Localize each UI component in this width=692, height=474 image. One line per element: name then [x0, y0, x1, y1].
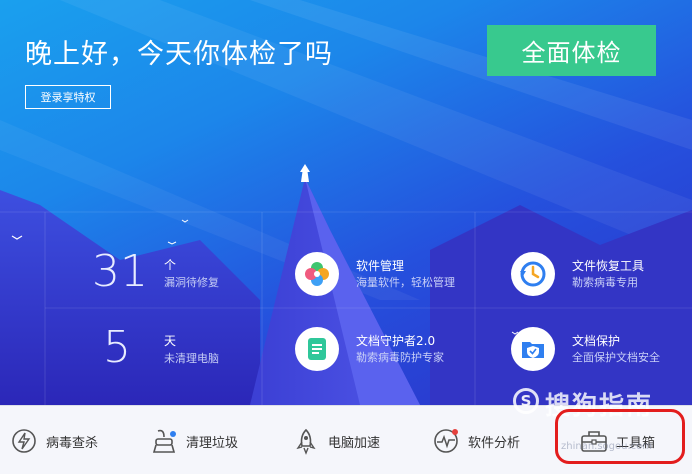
lightning-shield-icon [8, 425, 40, 457]
shield-folder-icon [511, 327, 555, 371]
uncleaned-days-desc: 未清理电脑 [164, 352, 219, 365]
broom-icon [148, 425, 180, 457]
rocket-icon [290, 425, 322, 457]
uncleaned-days-count: 5 [103, 322, 131, 373]
login-privilege-button[interactable]: 登录享特权 [25, 85, 111, 109]
vulnerability-desc: 漏洞待修复 [164, 276, 219, 289]
vulnerability-unit: 个 [164, 258, 177, 272]
bottom-item-virus-scan[interactable]: 病毒查杀 [8, 424, 98, 458]
clover-icon [295, 252, 339, 296]
bottom-item-label: 软件分析 [468, 435, 521, 451]
tool-title: 软件管理 [356, 259, 405, 273]
document-icon [295, 327, 339, 371]
pulse-icon [430, 425, 462, 457]
watermark-url: zhinan.sogou.com [561, 441, 653, 452]
tool-title: 文档保护 [572, 334, 621, 348]
clock-restore-icon [511, 252, 555, 296]
tool-desc: 勒索病毒专用 [572, 276, 638, 289]
tool-title: 文件恢复工具 [572, 259, 645, 273]
stat-uncleaned-days[interactable]: 5 天 未清理电脑 [103, 322, 243, 376]
tool-desc: 勒索病毒防护专家 [356, 351, 444, 364]
tool-document-protection[interactable]: 文档保护 全面保护文档安全 [511, 327, 681, 371]
bottom-item-label: 电脑加速 [328, 435, 381, 451]
full-checkup-button[interactable]: 全面体检 [487, 25, 656, 76]
tool-desc: 全面保护文档安全 [572, 351, 660, 364]
tool-document-guardian[interactable]: 文档守护者2.0 勒索病毒防护专家 [295, 327, 465, 371]
hero-banner: 晚上好，今天你体检了吗 登录享特权 全面体检 31 个 漏洞待修复 5 天 未清… [0, 0, 692, 405]
bottom-item-label: 病毒查杀 [46, 435, 99, 451]
tool-title: 文档守护者2.0 [356, 334, 436, 348]
watermark-text: 搜狗指南 [545, 391, 654, 420]
tool-software-manager[interactable]: 软件管理 海量软件，轻松管理 [295, 252, 465, 296]
greeting-title: 晚上好，今天你体检了吗 [25, 39, 333, 70]
sogou-logo-icon: S [513, 388, 539, 414]
vulnerability-count: 31 [92, 246, 148, 297]
bottom-item-speed-up[interactable]: 电脑加速 [290, 424, 380, 458]
bottom-item-clean-junk[interactable]: 清理垃圾 [148, 424, 238, 458]
stat-vulnerabilities[interactable]: 31 个 漏洞待修复 [92, 246, 242, 300]
bottom-item-software-analysis[interactable]: 软件分析 [430, 424, 520, 458]
sogou-guide-watermark: S 搜狗指南 zhinan.sogou.com [513, 386, 683, 452]
tool-desc: 海量软件，轻松管理 [356, 276, 455, 289]
bottom-item-label: 清理垃圾 [186, 435, 239, 451]
tool-file-recovery[interactable]: 文件恢复工具 勒索病毒专用 [511, 252, 681, 296]
uncleaned-days-unit: 天 [164, 334, 177, 348]
